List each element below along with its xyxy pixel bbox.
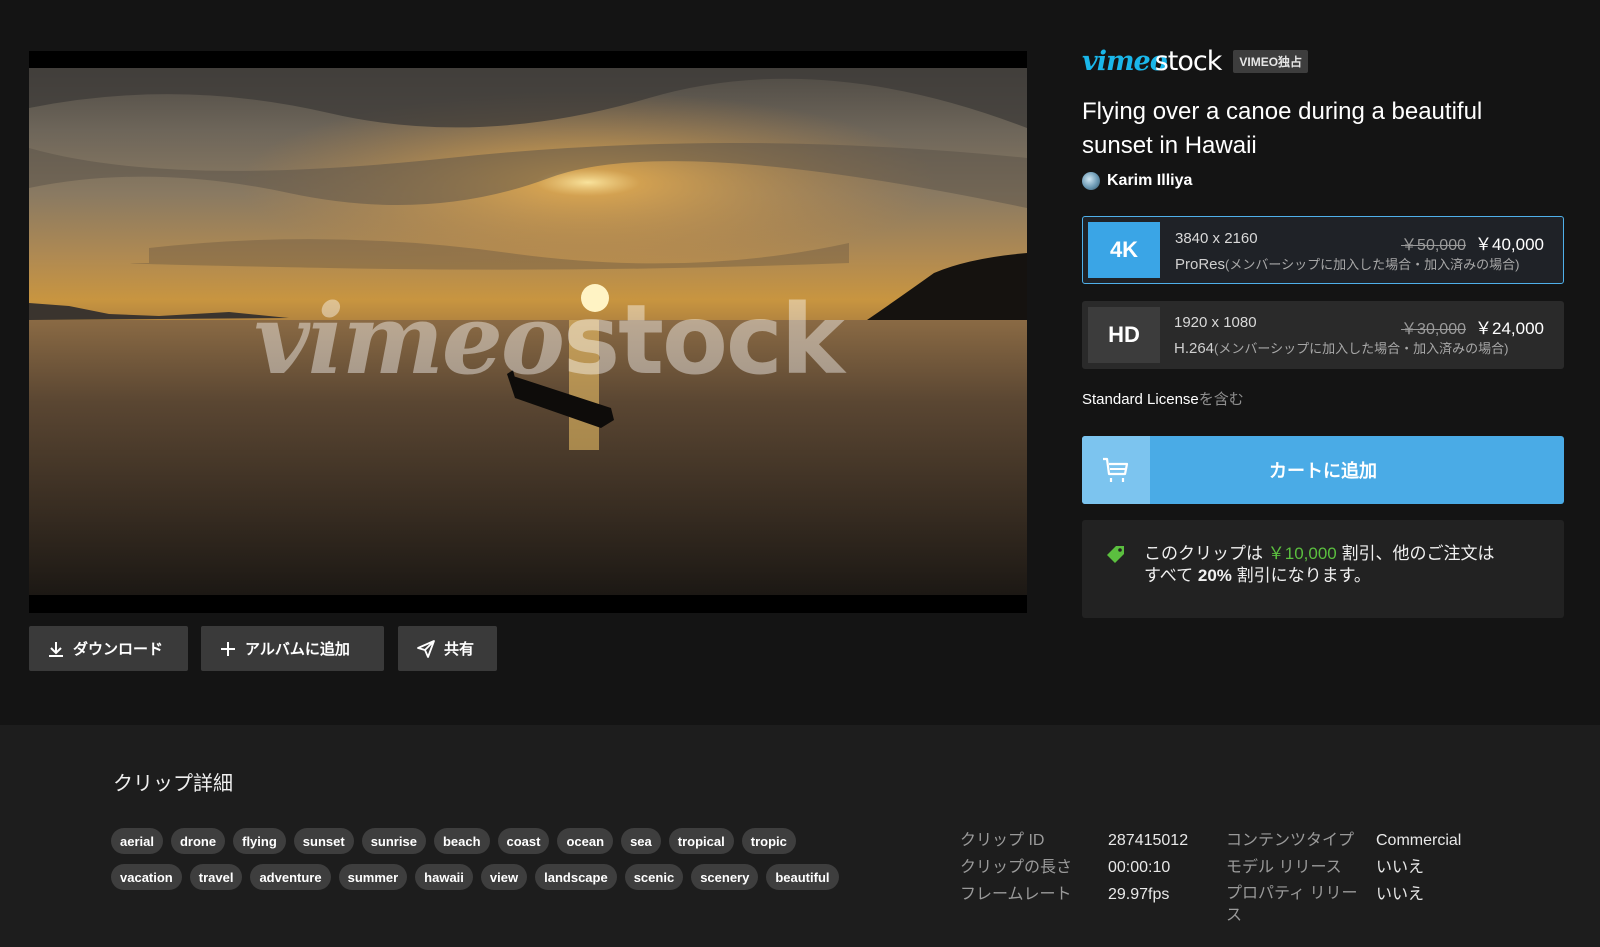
- tag-list: aerial drone flying sunset sunrise beach…: [111, 828, 871, 890]
- discounted-price: ￥24,000: [1475, 319, 1544, 338]
- discount-notice: このクリップは ￥10,000 割引、他のご注文は すべて 20% 割引になりま…: [1082, 520, 1564, 618]
- discount-percent: 20%: [1197, 566, 1232, 585]
- tag-chip[interactable]: sunset: [293, 828, 354, 854]
- model-release-value: いいえ: [1376, 859, 1425, 876]
- meta-labels-right: コンテンツタイプ モデル リリース プロパティ リリース: [1226, 827, 1366, 925]
- resolution-badge: 4K: [1088, 222, 1160, 278]
- tag-chip[interactable]: vacation: [111, 864, 182, 890]
- tag-chip[interactable]: tropic: [741, 828, 796, 854]
- video-player[interactable]: vimeostock: [29, 51, 1027, 613]
- tag-chip[interactable]: travel: [189, 864, 243, 890]
- framerate-value: 29.97fps: [1108, 886, 1170, 903]
- tag-chip[interactable]: beautiful: [766, 864, 839, 890]
- brand-vimeo: vimeo: [1082, 46, 1168, 77]
- tag-chip[interactable]: scenic: [624, 864, 684, 890]
- original-price: ￥50,000: [1401, 237, 1466, 254]
- original-price: ￥30,000: [1401, 321, 1466, 338]
- tag-chip[interactable]: aerial: [111, 828, 163, 854]
- tag-chip[interactable]: drone: [170, 828, 226, 854]
- tag-chip[interactable]: view: [480, 864, 528, 890]
- framerate-label: フレームレート: [960, 886, 1072, 903]
- add-to-cart-label: カートに追加: [1269, 461, 1377, 481]
- option-hd[interactable]: HD 1920 x 1080 H.264(メンバーシップに加入した場合・加入済み…: [1082, 301, 1564, 369]
- codec-text: H.264(メンバーシップに加入した場合・加入済みの場合): [1174, 340, 1509, 357]
- cart-icon-box: [1082, 436, 1150, 504]
- content-type-value: Commercial: [1376, 832, 1462, 849]
- add-to-cart-button[interactable]: カートに追加: [1082, 436, 1564, 504]
- tag-chip[interactable]: coast: [497, 828, 550, 854]
- property-release-label: プロパティ リリース: [1226, 885, 1358, 924]
- clip-title: Flying over a canoe during a beautiful s…: [1082, 98, 1483, 159]
- tag-chip[interactable]: sea: [621, 828, 661, 854]
- cart-icon: [1103, 457, 1129, 482]
- author-link[interactable]: Karim Illiya: [1082, 172, 1192, 190]
- resolution-text: 3840 x 2160: [1175, 230, 1258, 247]
- tag-chip[interactable]: tropical: [668, 828, 734, 854]
- add-to-album-label: アルバムに追加: [245, 641, 350, 658]
- clip-details-section: クリップ詳細 aerial drone flying sunset sunris…: [0, 725, 1600, 947]
- video-preview[interactable]: vimeostock: [29, 68, 1027, 595]
- meta-values-right: Commercial いいえ いいえ: [1376, 827, 1486, 908]
- model-release-label: モデル リリース: [1226, 859, 1342, 876]
- license-info: Standard Licenseを含む: [1082, 388, 1244, 409]
- price-group: ￥50,000 ￥40,000: [1401, 230, 1544, 255]
- discount-amount: ￥10,000: [1267, 544, 1337, 563]
- brand-stock: stock: [1154, 46, 1223, 77]
- download-button[interactable]: ダウンロード: [29, 626, 188, 671]
- content-type-label: コンテンツタイプ: [1226, 832, 1355, 849]
- avatar: [1082, 172, 1100, 190]
- tag-chip[interactable]: adventure: [250, 864, 331, 890]
- vimeo-stock-logo[interactable]: vimeostock VIMEO独占: [1082, 46, 1309, 77]
- vimeo-stock-watermark: vimeostock: [254, 283, 845, 396]
- license-suffix: を含む: [1198, 391, 1244, 408]
- clip-length-label: クリップの長さ: [960, 859, 1073, 876]
- membership-note: (メンバーシップに加入した場合・加入済みの場合): [1214, 341, 1509, 356]
- tag-chip[interactable]: landscape: [535, 864, 617, 890]
- author-name: Karim Illiya: [1107, 172, 1193, 189]
- download-icon: [49, 641, 63, 657]
- clip-id-label: クリップ ID: [960, 832, 1045, 849]
- exclusive-badge: VIMEO独占: [1233, 50, 1309, 73]
- codec-text: ProRes(メンバーシップに加入した場合・加入済みの場合): [1175, 256, 1520, 273]
- meta-labels-left: クリップ ID クリップの長さ フレームレート: [960, 827, 1100, 908]
- property-release-value: いいえ: [1376, 886, 1425, 903]
- discount-text: このクリップは ￥10,000 割引、他のご注文は すべて 20% 割引になりま…: [1144, 544, 1495, 585]
- tag-chip[interactable]: summer: [338, 864, 408, 890]
- tag-chip[interactable]: sunrise: [361, 828, 426, 854]
- tag-chip[interactable]: hawaii: [415, 864, 473, 890]
- discounted-price: ￥40,000: [1475, 235, 1544, 254]
- tag-chip[interactable]: ocean: [557, 828, 614, 854]
- add-to-album-button[interactable]: アルバムに追加: [201, 626, 384, 671]
- tag-chip[interactable]: beach: [433, 828, 490, 854]
- share-button[interactable]: 共有: [398, 626, 497, 671]
- meta-values-left: 287415012 00:00:10 29.97fps: [1108, 827, 1218, 908]
- clip-id-value: 287415012: [1108, 832, 1189, 849]
- details-heading: クリップ詳細: [113, 773, 233, 795]
- resolution-badge: HD: [1088, 307, 1160, 363]
- plus-icon: [221, 641, 235, 656]
- share-label: 共有: [444, 641, 475, 658]
- tag-chip[interactable]: scenery: [691, 864, 759, 890]
- clip-length-value: 00:00:10: [1108, 859, 1171, 876]
- membership-note: (メンバーシップに加入した場合・加入済みの場合): [1225, 257, 1520, 272]
- resolution-text: 1920 x 1080: [1174, 314, 1257, 331]
- product-section: vimeostock ダウンロード アルバムに追加 共有 vimeostock …: [0, 0, 1600, 725]
- option-4k[interactable]: 4K 3840 x 2160 ProRes(メンバーシップに加入した場合・加入済…: [1082, 216, 1564, 284]
- price-tag-icon: [1107, 546, 1124, 563]
- download-label: ダウンロード: [73, 641, 164, 658]
- price-group: ￥30,000 ￥24,000: [1401, 314, 1544, 339]
- tag-chip[interactable]: flying: [233, 828, 286, 854]
- license-link[interactable]: Standard License: [1082, 391, 1199, 408]
- send-icon: [417, 639, 435, 658]
